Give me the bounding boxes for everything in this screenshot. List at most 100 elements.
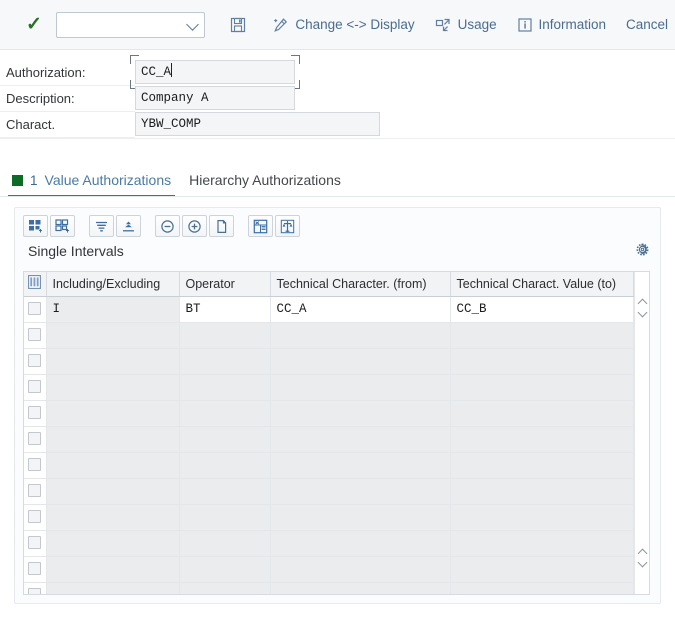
cell-including-excluding[interactable] [46, 426, 180, 453]
table-row[interactable] [24, 504, 634, 531]
select-all-cells-icon[interactable] [23, 215, 48, 237]
cancel-button[interactable]: Cancel [619, 13, 675, 36]
delete-row-icon[interactable] [155, 215, 180, 237]
cell-operator[interactable] [179, 374, 271, 401]
cell-operator[interactable] [179, 582, 271, 594]
cell-operator[interactable] [179, 348, 271, 375]
cell-technical-from[interactable] [270, 322, 451, 349]
cell-technical-to[interactable] [450, 400, 634, 427]
cell-technical-from[interactable] [270, 530, 451, 557]
filter-icon[interactable] [89, 215, 114, 237]
cell-technical-to[interactable] [450, 582, 634, 594]
save-button[interactable] [223, 13, 259, 37]
table-row[interactable] [24, 478, 634, 505]
cell-operator[interactable] [179, 504, 271, 531]
column-header-including-excluding[interactable]: Including/Excluding [46, 272, 180, 297]
row-select-checkbox[interactable] [24, 582, 47, 594]
tab-hierarchy-authorizations[interactable]: Hierarchy Authorizations [185, 172, 355, 197]
charact-input[interactable]: YBW_COMP [135, 112, 380, 136]
cell-operator[interactable] [179, 478, 271, 505]
row-select-checkbox[interactable] [24, 452, 47, 479]
cell-technical-from[interactable] [270, 348, 451, 375]
chevron-down-icon[interactable] [637, 307, 647, 318]
copy-row-icon[interactable] [209, 215, 234, 237]
change-display-button[interactable]: Change <-> Display [265, 13, 421, 37]
checkbox-icon[interactable] [28, 328, 42, 342]
scroll-up-down-top[interactable] [635, 298, 649, 318]
usage-button[interactable]: Usage [428, 13, 504, 37]
cell-technical-from[interactable] [270, 374, 451, 401]
deselect-all-cells-icon[interactable] [50, 215, 75, 237]
cell-operator[interactable] [179, 530, 271, 557]
cell-technical-to[interactable] [450, 322, 634, 349]
table-row[interactable]: I BT CC_A CC_B [24, 296, 634, 323]
checkbox-icon[interactable] [28, 354, 42, 368]
cell-including-excluding[interactable] [46, 530, 180, 557]
row-select-checkbox[interactable] [24, 348, 47, 375]
row-select-checkbox[interactable] [24, 426, 47, 453]
cell-technical-from[interactable] [270, 504, 451, 531]
checkbox-icon[interactable] [28, 536, 42, 550]
cell-technical-from[interactable]: CC_A [270, 296, 451, 323]
checkbox-icon[interactable] [28, 380, 42, 394]
column-select-icon[interactable] [24, 272, 47, 297]
cell-technical-from[interactable] [270, 452, 451, 479]
table-row[interactable] [24, 582, 634, 594]
cell-technical-to[interactable] [450, 348, 634, 375]
table-row[interactable] [24, 348, 634, 375]
scroll-up-down-bottom[interactable] [635, 548, 649, 568]
checkbox-icon[interactable] [28, 510, 42, 524]
table-layout-icon[interactable] [248, 215, 273, 237]
sort-icon[interactable] [116, 215, 141, 237]
table-row[interactable] [24, 452, 634, 479]
cell-technical-to[interactable] [450, 530, 634, 557]
checkbox-icon[interactable] [28, 562, 42, 576]
cell-including-excluding[interactable] [46, 504, 180, 531]
cell-technical-from[interactable] [270, 478, 451, 505]
table-row[interactable] [24, 556, 634, 583]
row-select-checkbox[interactable] [24, 296, 47, 323]
insert-row-icon[interactable] [182, 215, 207, 237]
authorization-input[interactable]: CC_A [135, 60, 295, 84]
checkbox-icon[interactable] [28, 458, 42, 472]
row-select-checkbox[interactable] [24, 374, 47, 401]
maintain-icon[interactable] [275, 215, 300, 237]
row-select-checkbox[interactable] [24, 322, 47, 349]
information-button[interactable]: Information [510, 13, 614, 37]
cell-technical-to[interactable] [450, 556, 634, 583]
command-field-dropdown[interactable] [55, 11, 206, 38]
cell-technical-to[interactable] [450, 452, 634, 479]
cell-operator[interactable] [179, 556, 271, 583]
cell-including-excluding[interactable] [46, 374, 180, 401]
cell-including-excluding[interactable] [46, 478, 180, 505]
cell-technical-from[interactable] [270, 582, 451, 594]
cell-technical-to[interactable] [450, 504, 634, 531]
cell-operator[interactable] [179, 452, 271, 479]
chevron-down-icon[interactable] [637, 557, 647, 568]
checkbox-icon[interactable] [28, 484, 42, 498]
cell-technical-from[interactable] [270, 400, 451, 427]
cell-operator[interactable] [179, 426, 271, 453]
column-header-operator[interactable]: Operator [179, 272, 271, 297]
confirm-checkmark-icon[interactable]: ✓ [26, 15, 42, 34]
cell-technical-from[interactable] [270, 426, 451, 453]
description-input[interactable]: Company A [135, 86, 295, 110]
gear-icon[interactable] [635, 242, 650, 262]
cell-operator[interactable]: BT [179, 296, 271, 323]
table-row[interactable] [24, 426, 634, 453]
cell-including-excluding[interactable] [46, 452, 180, 479]
cell-technical-from[interactable] [270, 556, 451, 583]
cell-operator[interactable] [179, 322, 271, 349]
cell-technical-to[interactable]: CC_B [450, 296, 634, 323]
cell-including-excluding[interactable] [46, 556, 180, 583]
checkbox-icon[interactable] [28, 406, 42, 420]
row-select-checkbox[interactable] [24, 400, 47, 427]
cell-technical-to[interactable] [450, 478, 634, 505]
table-row[interactable] [24, 400, 634, 427]
vertical-scrollbar[interactable] [634, 272, 649, 594]
cell-including-excluding[interactable]: I [46, 296, 180, 323]
tab-value-authorizations[interactable]: 1 Value Authorizations [8, 172, 185, 197]
table-row[interactable] [24, 530, 634, 557]
checkbox-icon[interactable] [28, 432, 42, 446]
cell-operator[interactable] [179, 400, 271, 427]
